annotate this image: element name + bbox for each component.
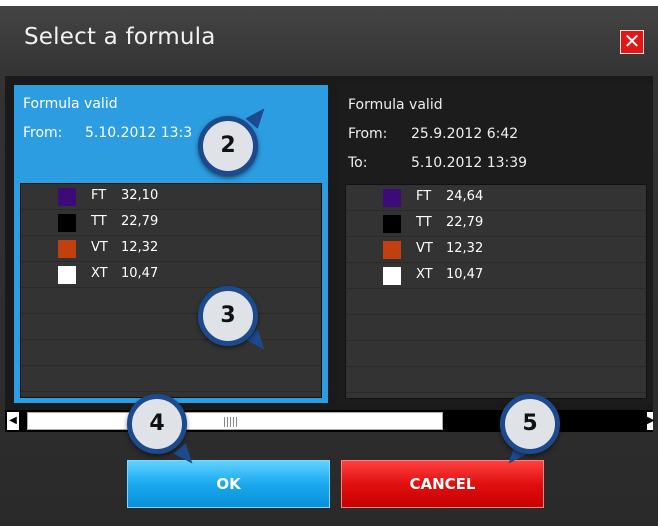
- value-row: VT 12,32: [346, 237, 646, 263]
- color-swatch: [58, 214, 76, 232]
- formula-list: Formula valid From: 5.10.2012 13:3 FT 32…: [5, 76, 653, 410]
- empty-row: [346, 315, 646, 341]
- empty-row: [21, 340, 321, 366]
- dialog-title: Select a formula: [24, 24, 216, 50]
- from-label: From:: [348, 126, 388, 142]
- color-swatch: [383, 189, 401, 207]
- from-value: 5.10.2012 13:3: [85, 125, 193, 141]
- formula-card[interactable]: Formula valid From: 25.9.2012 6:42 To: 5…: [338, 85, 652, 403]
- callout-badge-3: 3: [198, 286, 258, 346]
- color-swatch: [383, 241, 401, 259]
- value-number: 22,79: [121, 214, 159, 229]
- scroll-left-icon[interactable]: ◀: [7, 412, 19, 430]
- from-value: 25.9.2012 6:42: [411, 126, 519, 142]
- value-code: TT: [416, 215, 432, 230]
- value-code: XT: [416, 267, 433, 282]
- empty-row: [21, 314, 321, 340]
- close-icon[interactable]: ✕: [620, 30, 644, 54]
- formula-values: FT 24,64 TT 22,79 VT 12,32 XT 10,47: [345, 184, 647, 399]
- value-number: 12,32: [446, 241, 484, 256]
- value-row: VT 12,32: [21, 236, 321, 262]
- empty-row: [346, 367, 646, 393]
- formula-status: Formula valid: [348, 97, 443, 113]
- empty-row: [21, 288, 321, 314]
- value-row: TT 22,79: [346, 211, 646, 237]
- value-row: FT 32,10: [21, 184, 321, 210]
- value-code: FT: [416, 189, 432, 204]
- formula-dialog: Select a formula ✕ Formula valid From: 5…: [0, 6, 658, 526]
- value-row: XT 10,47: [21, 262, 321, 288]
- empty-row: [346, 289, 646, 315]
- value-number: 32,10: [121, 188, 159, 203]
- formula-card-selected[interactable]: Formula valid From: 5.10.2012 13:3 FT 32…: [14, 85, 328, 403]
- value-number: 12,32: [121, 240, 159, 255]
- scrollbar-track[interactable]: [27, 412, 443, 430]
- callout-badge-2: 2: [198, 116, 258, 176]
- formula-values: FT 32,10 TT 22,79 VT 12,32 XT 10,47: [20, 183, 322, 398]
- formula-status: Formula valid: [23, 96, 118, 112]
- value-number: 10,47: [121, 266, 159, 281]
- color-swatch: [58, 240, 76, 258]
- value-number: 24,64: [446, 189, 484, 204]
- scroll-right-icon[interactable]: ▶: [647, 412, 655, 430]
- value-code: TT: [91, 214, 107, 229]
- color-swatch: [58, 266, 76, 284]
- value-code: VT: [91, 240, 108, 255]
- empty-row: [346, 341, 646, 367]
- value-code: FT: [91, 188, 107, 203]
- color-swatch: [383, 215, 401, 233]
- from-label: From:: [23, 125, 63, 141]
- scrollbar-thumb[interactable]: [224, 417, 238, 427]
- callout-badge-5: 5: [500, 394, 560, 454]
- value-number: 22,79: [446, 215, 484, 230]
- value-code: VT: [416, 241, 433, 256]
- empty-row: [21, 366, 321, 392]
- color-swatch: [58, 188, 76, 206]
- value-number: 10,47: [446, 267, 484, 282]
- callout-badge-4: 4: [127, 394, 187, 454]
- ok-button[interactable]: OK: [127, 460, 330, 508]
- value-code: XT: [91, 266, 108, 281]
- color-swatch: [383, 267, 401, 285]
- value-row: FT 24,64: [346, 185, 646, 211]
- value-row: XT 10,47: [346, 263, 646, 289]
- to-value: 5.10.2012 13:39: [411, 155, 528, 171]
- to-label: To:: [348, 155, 368, 171]
- value-row: TT 22,79: [21, 210, 321, 236]
